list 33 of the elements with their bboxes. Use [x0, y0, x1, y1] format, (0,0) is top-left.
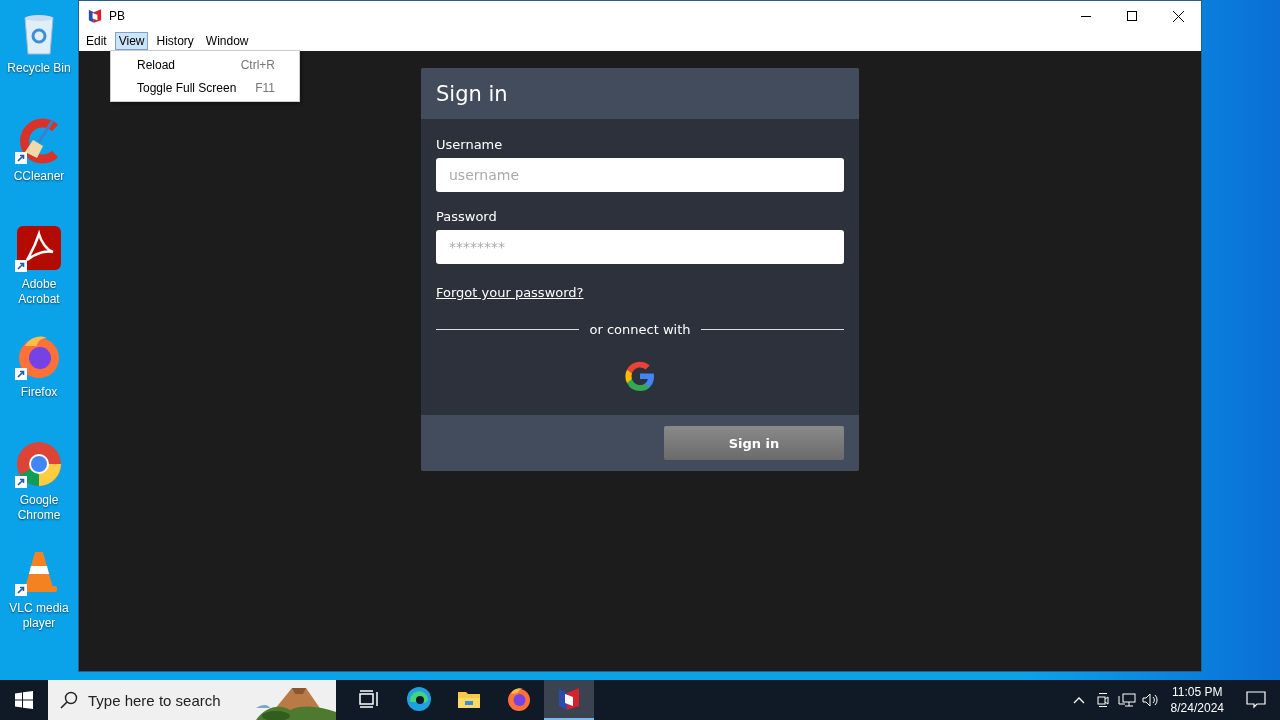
search-field[interactable]: Type here to search: [48, 680, 336, 720]
divider-text: or connect with: [589, 322, 691, 337]
shortcut-key: F11: [255, 80, 275, 95]
firefox-icon: [506, 686, 532, 712]
app-icon: [87, 8, 103, 24]
sign-in-button[interactable]: Sign in: [664, 426, 844, 460]
windows-logo-icon: [15, 691, 33, 709]
chrome-icon: [15, 440, 63, 488]
menu-item[interactable]: Window: [201, 32, 253, 50]
field-label: Username: [436, 137, 504, 152]
username-field[interactable]: username: [436, 158, 844, 192]
card-title: Sign in: [436, 81, 508, 106]
acrobat-icon: [15, 224, 63, 272]
menu-item[interactable]: History: [152, 32, 198, 50]
taskbar-app-button[interactable]: [544, 680, 594, 720]
menu-entry[interactable]: Toggle Full Screen: [137, 80, 256, 95]
search-icon: [60, 691, 78, 709]
password-field[interactable]: ********: [436, 230, 844, 264]
edge-icon: [406, 686, 432, 712]
menu-item[interactable]: View: [114, 32, 149, 50]
folder-icon: [457, 689, 481, 709]
close-icon: [1172, 10, 1184, 22]
pb-app-icon: [557, 686, 581, 712]
chevron-up-icon: [1072, 696, 1085, 704]
field-label: Password: [436, 209, 498, 224]
task-view-icon: [359, 690, 379, 708]
maximize-icon: [1127, 11, 1137, 21]
clock[interactable]: 11:05 PM 8/24/2024: [1162, 680, 1232, 720]
window-title: PB: [109, 9, 126, 23]
shortcut-key: Ctrl+R: [240, 57, 275, 72]
forgot-password-link[interactable]: Forgot your password?: [436, 285, 584, 300]
menu-item[interactable]: Edit: [82, 32, 111, 50]
menu-entry[interactable]: Reload: [137, 57, 241, 72]
